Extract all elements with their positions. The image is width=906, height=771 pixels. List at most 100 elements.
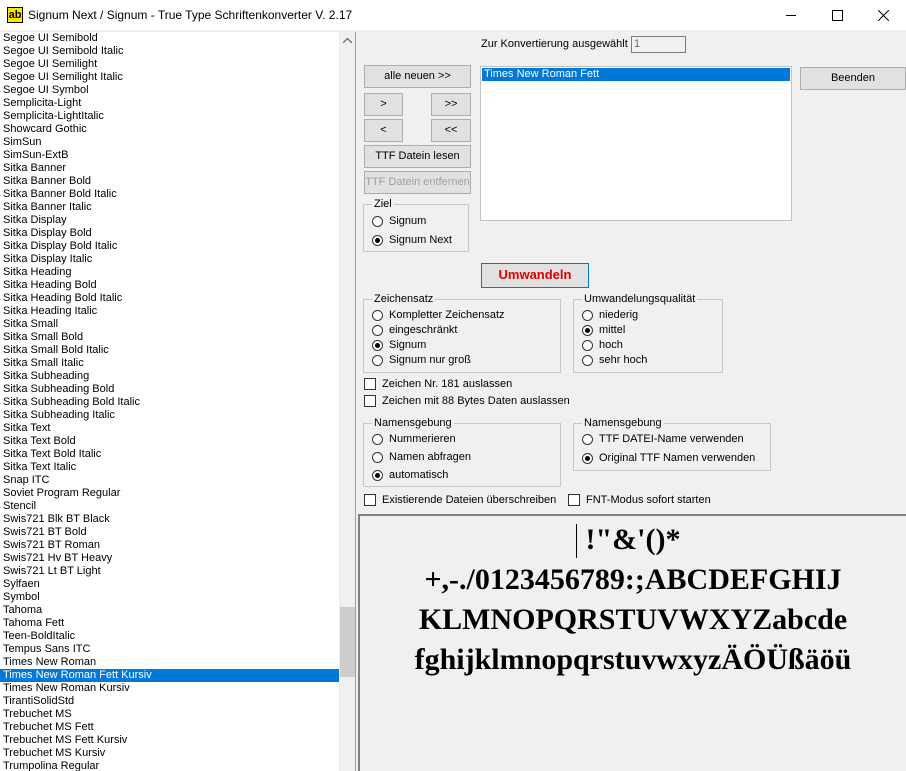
checkbox-label: FNT-Modus sofort starten (586, 494, 711, 506)
font-list-item[interactable]: Trebuchet MS (0, 708, 339, 721)
font-list-item[interactable]: Sitka Display Bold Italic (0, 240, 339, 253)
font-list-item[interactable]: Sitka Subheading Bold (0, 383, 339, 396)
font-list-item[interactable]: Sitka Text Italic (0, 461, 339, 474)
target-option-signum-next[interactable]: Signum Next (372, 233, 452, 247)
font-list-item[interactable]: Sitka Small Bold (0, 331, 339, 344)
font-list-item[interactable]: Sitka Display Bold (0, 227, 339, 240)
font-list-item[interactable]: Semplicita-Light (0, 97, 339, 110)
font-list-item[interactable]: Swis721 Blk BT Black (0, 513, 339, 526)
charset-option-signum[interactable]: Signum (372, 338, 426, 352)
skip-88-bytes-checkbox[interactable]: Zeichen mit 88 Bytes Daten auslassen (364, 394, 570, 408)
font-list-item[interactable]: TirantiSolidStd (0, 695, 339, 708)
font-list-item[interactable]: Trumpolina Regular (0, 760, 339, 771)
list-item[interactable]: Times New Roman Fett (482, 68, 790, 81)
font-list-item[interactable]: Sitka Display (0, 214, 339, 227)
font-list-item[interactable]: Tempus Sans ITC (0, 643, 339, 656)
title-bar: ab Signum Next / Signum - True Type Schr… (0, 0, 906, 30)
font-list-item[interactable]: Sitka Display Italic (0, 253, 339, 266)
font-list-item[interactable]: Trebuchet MS Kursiv (0, 747, 339, 760)
radio-icon (372, 451, 383, 463)
font-list-item[interactable]: Snap ITC (0, 474, 339, 487)
scroll-up-button[interactable] (339, 32, 355, 49)
font-list-item[interactable]: Sitka Heading Bold (0, 279, 339, 292)
font-list-item[interactable]: SimSun-ExtB (0, 149, 339, 162)
font-list-item[interactable]: Sitka Banner Bold Italic (0, 188, 339, 201)
font-list-item[interactable]: Sitka Subheading (0, 370, 339, 383)
quality-option-high[interactable]: hoch (582, 338, 623, 352)
font-list-item[interactable]: Segoe UI Semilight (0, 58, 339, 71)
minimize-button[interactable] (768, 0, 814, 30)
font-list-item[interactable]: Sitka Subheading Bold Italic (0, 396, 339, 409)
maximize-button[interactable] (814, 0, 860, 30)
charset-option-complete[interactable]: Kompletter Zeichensatz (372, 308, 505, 322)
radio-icon (372, 324, 383, 336)
font-list-item[interactable]: Sitka Heading Italic (0, 305, 339, 318)
font-list-item[interactable]: Sitka Banner Italic (0, 201, 339, 214)
close-button[interactable] (860, 0, 906, 30)
remove-all-button[interactable]: << (431, 119, 471, 142)
charset-option-uppercase[interactable]: Signum nur groß (372, 353, 471, 367)
font-list-item[interactable]: Showcard Gothic (0, 123, 339, 136)
charset-option-limited[interactable]: eingeschränkt (372, 323, 458, 337)
skip-char-181-checkbox[interactable]: Zeichen Nr. 181 auslassen (364, 377, 512, 391)
font-list-item[interactable]: Sitka Small Bold Italic (0, 344, 339, 357)
font-list-item[interactable]: Sitka Text Bold (0, 435, 339, 448)
font-list-item[interactable]: Sitka Heading (0, 266, 339, 279)
font-list-item[interactable]: Semplicita-LightItalic (0, 110, 339, 123)
font-list-item[interactable]: Segoe UI Semilight Italic (0, 71, 339, 84)
font-list-item[interactable]: Swis721 BT Bold (0, 526, 339, 539)
add-button[interactable]: > (364, 93, 403, 116)
naming-option-ask[interactable]: Namen abfragen (372, 450, 471, 464)
font-list-item[interactable]: Trebuchet MS Fett Kursiv (0, 734, 339, 747)
quality-option-low[interactable]: niederig (582, 308, 638, 322)
font-list-item[interactable]: Swis721 Hv BT Heavy (0, 552, 339, 565)
read-ttf-button[interactable]: TTF Datein lesen (364, 145, 471, 168)
fnt-mode-checkbox[interactable]: FNT-Modus sofort starten (568, 493, 711, 507)
ttf-naming-option-file[interactable]: TTF DATEI-Name verwenden (582, 432, 744, 446)
overwrite-files-checkbox[interactable]: Existierende Dateien überschreiben (364, 493, 556, 507)
convert-button[interactable]: Umwandeln (481, 263, 589, 288)
font-list-item[interactable]: Sitka Text (0, 422, 339, 435)
font-list-item[interactable]: Segoe UI Semibold Italic (0, 45, 339, 58)
font-list-item[interactable]: Times New Roman Kursiv (0, 682, 339, 695)
font-preview: !"&'()* +,-./0123456789:;ABCDEFGHIJ KLMN… (358, 514, 906, 771)
font-list-scrollbar[interactable] (339, 32, 355, 771)
conversion-list[interactable]: Times New Roman Fett (480, 66, 792, 221)
font-list-item[interactable]: Sitka Heading Bold Italic (0, 292, 339, 305)
font-list-item[interactable]: Sitka Small (0, 318, 339, 331)
target-option-signum[interactable]: Signum (372, 214, 426, 228)
font-list-item[interactable]: Sitka Banner Bold (0, 175, 339, 188)
font-list-item[interactable]: Trebuchet MS Fett (0, 721, 339, 734)
font-list-item[interactable]: SimSun (0, 136, 339, 149)
quit-button[interactable]: Beenden (800, 67, 906, 90)
font-list-item[interactable]: Stencil (0, 500, 339, 513)
remove-ttf-button[interactable]: TTF Datein entfernen (364, 171, 471, 194)
option-label: TTF DATEI-Name verwenden (599, 433, 744, 445)
font-list-item[interactable]: Sitka Small Italic (0, 357, 339, 370)
naming-option-auto[interactable]: automatisch (372, 468, 448, 482)
font-list-item[interactable]: Tahoma (0, 604, 339, 617)
font-list-item[interactable]: Times New Roman Fett Kursiv (0, 669, 339, 682)
font-list-item[interactable]: Sitka Banner (0, 162, 339, 175)
font-list-item[interactable]: Sitka Text Bold Italic (0, 448, 339, 461)
add-all-button[interactable]: >> (431, 93, 471, 116)
ttf-naming-option-original[interactable]: Original TTF Namen verwenden (582, 451, 755, 465)
font-list-item[interactable]: Tahoma Fett (0, 617, 339, 630)
font-list-item[interactable]: Segoe UI Semibold (0, 32, 339, 45)
font-list-item[interactable]: Sylfaen (0, 578, 339, 591)
font-list-item[interactable]: Times New Roman (0, 656, 339, 669)
font-list-item[interactable]: Symbol (0, 591, 339, 604)
remove-button[interactable]: < (364, 119, 403, 142)
font-list-item[interactable]: Swis721 Lt BT Light (0, 565, 339, 578)
font-list-item[interactable]: Segoe UI Symbol (0, 84, 339, 97)
quality-option-medium[interactable]: mittel (582, 323, 625, 337)
font-list-item[interactable]: Soviet Program Regular (0, 487, 339, 500)
font-list-item[interactable]: Swis721 BT Roman (0, 539, 339, 552)
naming-option-number[interactable]: Nummerieren (372, 432, 456, 446)
all-new-button[interactable]: alle neuen >> (364, 65, 471, 88)
font-list-item[interactable]: Teen-BoldItalic (0, 630, 339, 643)
font-list-item[interactable]: Sitka Subheading Italic (0, 409, 339, 422)
quality-option-very-high[interactable]: sehr hoch (582, 353, 647, 367)
scroll-thumb[interactable] (340, 607, 355, 677)
font-list[interactable]: Segoe UI Semibold Segoe UI Semibold Itali… (0, 32, 356, 771)
